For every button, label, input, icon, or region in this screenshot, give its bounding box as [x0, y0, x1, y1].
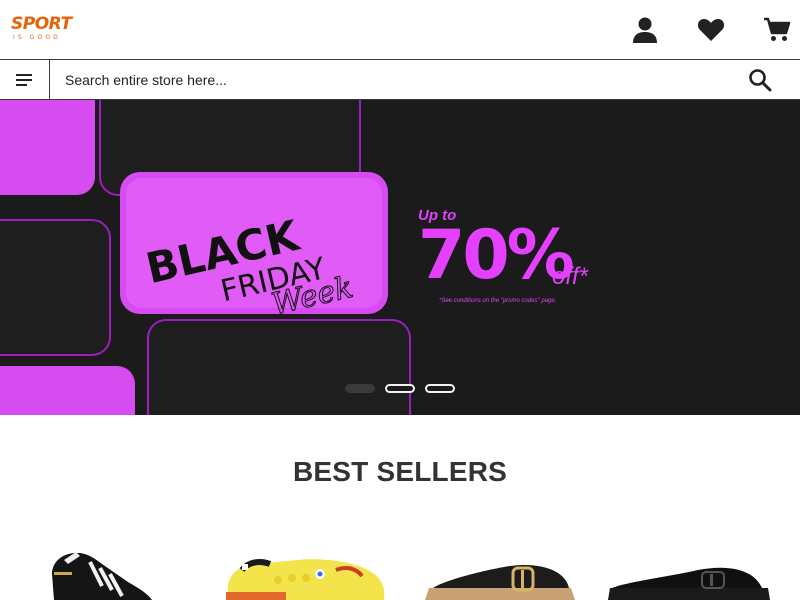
site-header: SPORT IS GOOD — [0, 0, 800, 60]
search-icon[interactable] — [748, 68, 772, 92]
product-black-slide-sandal[interactable] — [602, 530, 772, 600]
product-black-strap-sandal[interactable] — [415, 530, 585, 600]
hero-keyboard-graphic: BLACK FRIDAY Week — [0, 100, 411, 415]
cart-icon[interactable] — [761, 14, 793, 46]
search-bar — [0, 60, 800, 100]
hero-banner[interactable]: BLACK FRIDAY Week Up to 70% off* *See co… — [0, 100, 800, 415]
product-black-white-football-boot[interactable] — [40, 530, 210, 600]
carousel-dot-1[interactable] — [345, 384, 375, 393]
carousel-dot-2[interactable] — [385, 384, 415, 393]
account-icon[interactable] — [629, 14, 661, 46]
logo-text: SPORT — [11, 14, 72, 34]
logo-tagline: IS GOOD — [13, 34, 61, 41]
wishlist-heart-icon[interactable] — [695, 14, 727, 46]
carousel-dots — [345, 384, 457, 394]
promo-conditions: *See conditions on the "promo codes" pag… — [439, 298, 557, 304]
promo-off: off* — [552, 263, 589, 290]
best-sellers-title: BEST SELLERS — [293, 456, 507, 487]
best-sellers-list — [0, 530, 800, 600]
search-input[interactable] — [51, 60, 741, 99]
promo-percent: 70% — [418, 216, 575, 295]
menu-icon[interactable] — [0, 60, 50, 99]
carousel-dot-3[interactable] — [425, 384, 455, 393]
product-yellow-clog[interactable] — [218, 530, 388, 600]
site-logo[interactable]: SPORT IS GOOD — [11, 15, 81, 45]
